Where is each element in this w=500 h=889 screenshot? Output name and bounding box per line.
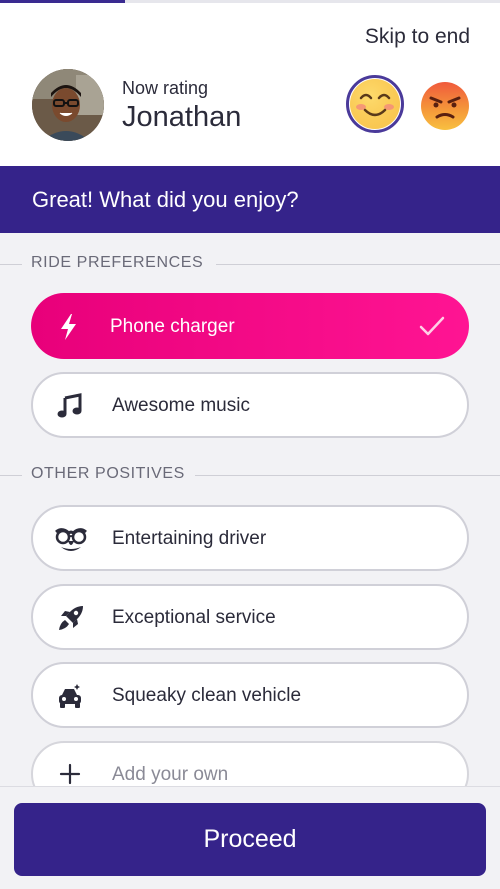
- music-note-icon: [57, 392, 85, 420]
- skip-to-end-link[interactable]: Skip to end: [365, 25, 470, 49]
- option-label: Add your own: [112, 764, 229, 785]
- now-rating-label: Now rating: [122, 78, 209, 98]
- option-entertaining-driver[interactable]: Entertaining driver: [31, 505, 469, 571]
- option-awesome-music[interactable]: Awesome music: [31, 372, 469, 438]
- option-label: Exceptional service: [112, 607, 276, 628]
- option-squeaky-clean-vehicle[interactable]: Squeaky clean vehicle: [31, 662, 469, 728]
- section-title-text: RIDE PREFERENCES: [31, 254, 214, 272]
- option-phone-charger[interactable]: Phone charger: [31, 293, 469, 359]
- option-exceptional-service[interactable]: Exceptional service: [31, 584, 469, 650]
- checkmark-icon: [419, 315, 445, 337]
- driver-avatar: [32, 69, 104, 141]
- rating-header: Skip to end Now rating Jonathan: [0, 3, 500, 166]
- footer-bar: Proceed: [0, 786, 500, 889]
- lightning-bolt-icon: [57, 313, 85, 341]
- section-title-other-positives: OTHER POSITIVES: [0, 465, 500, 485]
- driver-name: Jonathan: [122, 101, 242, 133]
- option-label: Awesome music: [112, 395, 250, 416]
- option-label: Phone charger: [110, 316, 235, 337]
- section-title-ride-preferences: RIDE PREFERENCES: [0, 254, 500, 274]
- option-label: Squeaky clean vehicle: [112, 685, 302, 706]
- banner-text: Great! What did you enjoy?: [32, 187, 299, 212]
- rocket-icon: [57, 604, 85, 632]
- angry-face-icon[interactable]: [420, 81, 470, 131]
- plus-icon: [57, 761, 85, 789]
- disguise-glasses-icon: [53, 525, 89, 553]
- clean-car-icon: [57, 682, 85, 710]
- section-title-text: OTHER POSITIVES: [31, 465, 195, 483]
- option-label: Entertaining driver: [112, 528, 267, 549]
- smiling-face-icon[interactable]: [346, 75, 404, 133]
- feedback-banner: Great! What did you enjoy?: [0, 166, 500, 233]
- proceed-button[interactable]: Proceed: [14, 803, 486, 876]
